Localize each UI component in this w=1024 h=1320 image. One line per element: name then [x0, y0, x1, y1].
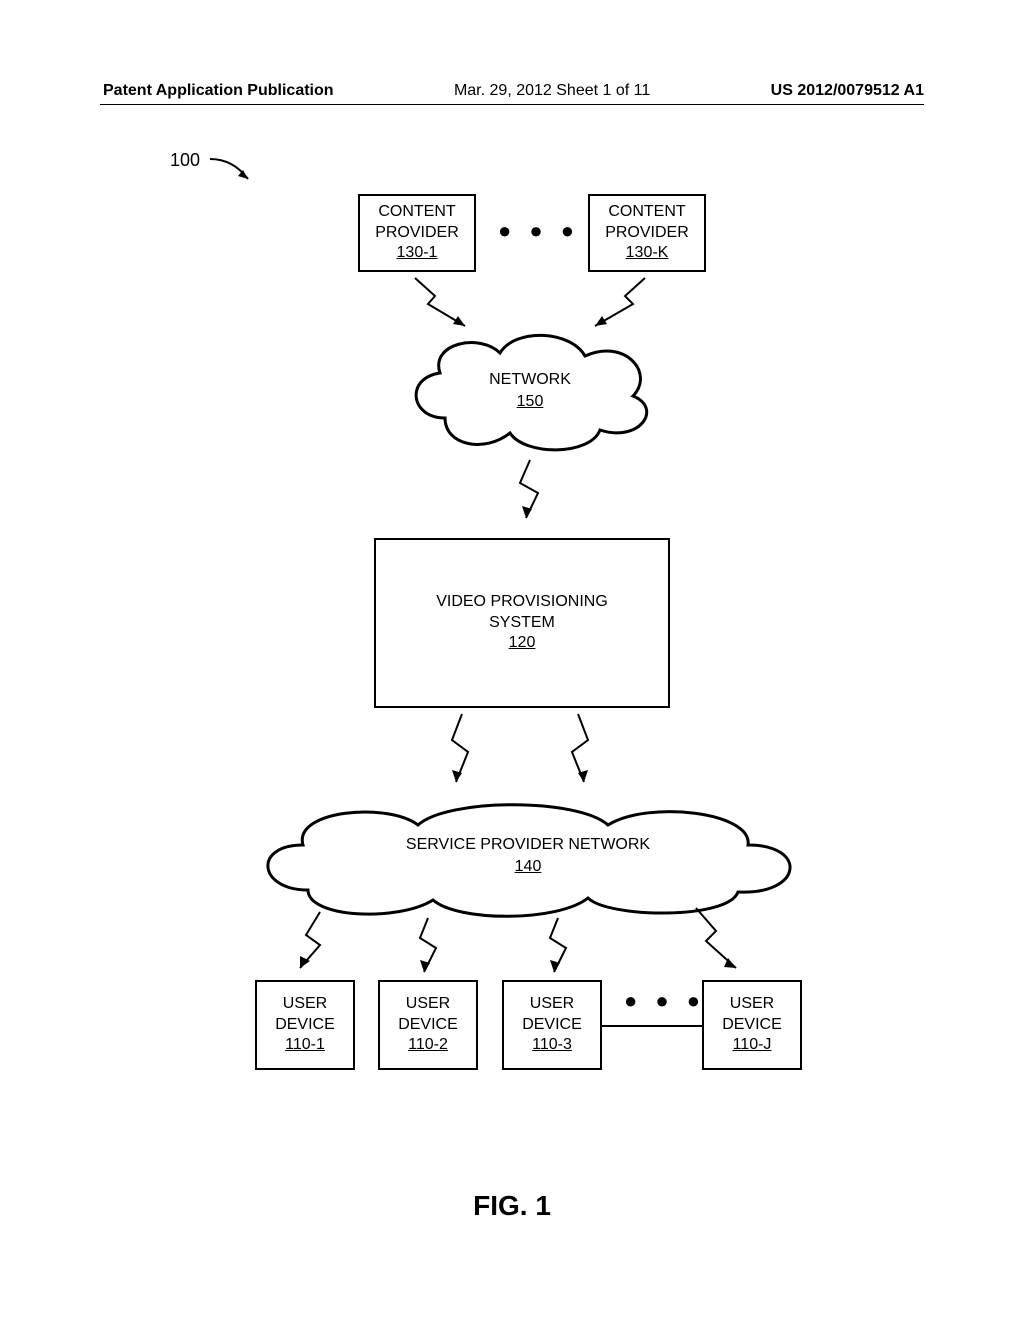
user-device-j-ref: 110-J — [733, 1035, 772, 1056]
connector-network-to-vps-icon — [510, 458, 550, 528]
user-device-1-label: USER DEVICE — [257, 994, 353, 1036]
video-provisioning-system-ref: 120 — [509, 633, 536, 654]
ellipsis-user-devices: ● ● ● — [624, 988, 706, 1014]
connector-spn-to-ud2-icon — [410, 916, 446, 980]
user-device-j-label: USER DEVICE — [704, 994, 800, 1036]
service-provider-network-label: SERVICE PROVIDER NETWORK — [406, 834, 650, 856]
video-provisioning-system-box: VIDEO PROVISIONING SYSTEM 120 — [374, 538, 670, 708]
content-provider-k-ref: 130-K — [626, 243, 669, 264]
header-rule — [100, 104, 924, 105]
header-left: Patent Application Publication — [103, 82, 334, 100]
ellipsis-content-providers: ● ● ● — [498, 218, 580, 244]
network-ref: 150 — [517, 391, 544, 413]
connector-ud3-to-udj-line-icon — [602, 1024, 702, 1028]
user-device-2-ref: 110-2 — [408, 1035, 448, 1056]
connector-spn-to-ud1-icon — [290, 910, 330, 980]
page-header: Patent Application Publication Mar. 29, … — [0, 82, 1024, 100]
header-right: US 2012/0079512 A1 — [771, 82, 924, 100]
connector-spn-to-ud3-icon — [540, 916, 576, 980]
content-provider-k-label: CONTENT PROVIDER — [590, 202, 704, 244]
connector-vps-to-spn-left-icon — [440, 712, 480, 792]
header-middle: Mar. 29, 2012 Sheet 1 of 11 — [454, 82, 650, 100]
connector-spn-to-udj-icon — [688, 906, 748, 980]
service-provider-network-cloud: SERVICE PROVIDER NETWORK 140 — [248, 790, 808, 920]
network-label: NETWORK — [489, 369, 571, 391]
network-cloud: NETWORK 150 — [395, 318, 665, 458]
user-device-2-label: USER DEVICE — [380, 994, 476, 1036]
content-provider-1-ref: 130-1 — [397, 243, 438, 264]
figure-caption: FIG. 1 — [0, 1190, 1024, 1222]
figure-reference-number: 100 — [170, 150, 200, 171]
user-device-1-ref: 110-1 — [285, 1035, 325, 1056]
content-provider-1-label: CONTENT PROVIDER — [360, 202, 474, 244]
service-provider-network-ref: 140 — [515, 856, 542, 878]
connector-vps-to-spn-right-icon — [560, 712, 600, 792]
video-provisioning-system-label: VIDEO PROVISIONING SYSTEM — [412, 592, 632, 634]
user-device-3-box: USER DEVICE 110-3 — [502, 980, 602, 1070]
user-device-j-box: USER DEVICE 110-J — [702, 980, 802, 1070]
user-device-3-label: USER DEVICE — [504, 994, 600, 1036]
user-device-1-box: USER DEVICE 110-1 — [255, 980, 355, 1070]
figure-reference-arrow-icon — [208, 157, 258, 197]
content-provider-k-box: CONTENT PROVIDER 130-K — [588, 194, 706, 272]
content-provider-1-box: CONTENT PROVIDER 130-1 — [358, 194, 476, 272]
user-device-2-box: USER DEVICE 110-2 — [378, 980, 478, 1070]
user-device-3-ref: 110-3 — [532, 1035, 572, 1056]
